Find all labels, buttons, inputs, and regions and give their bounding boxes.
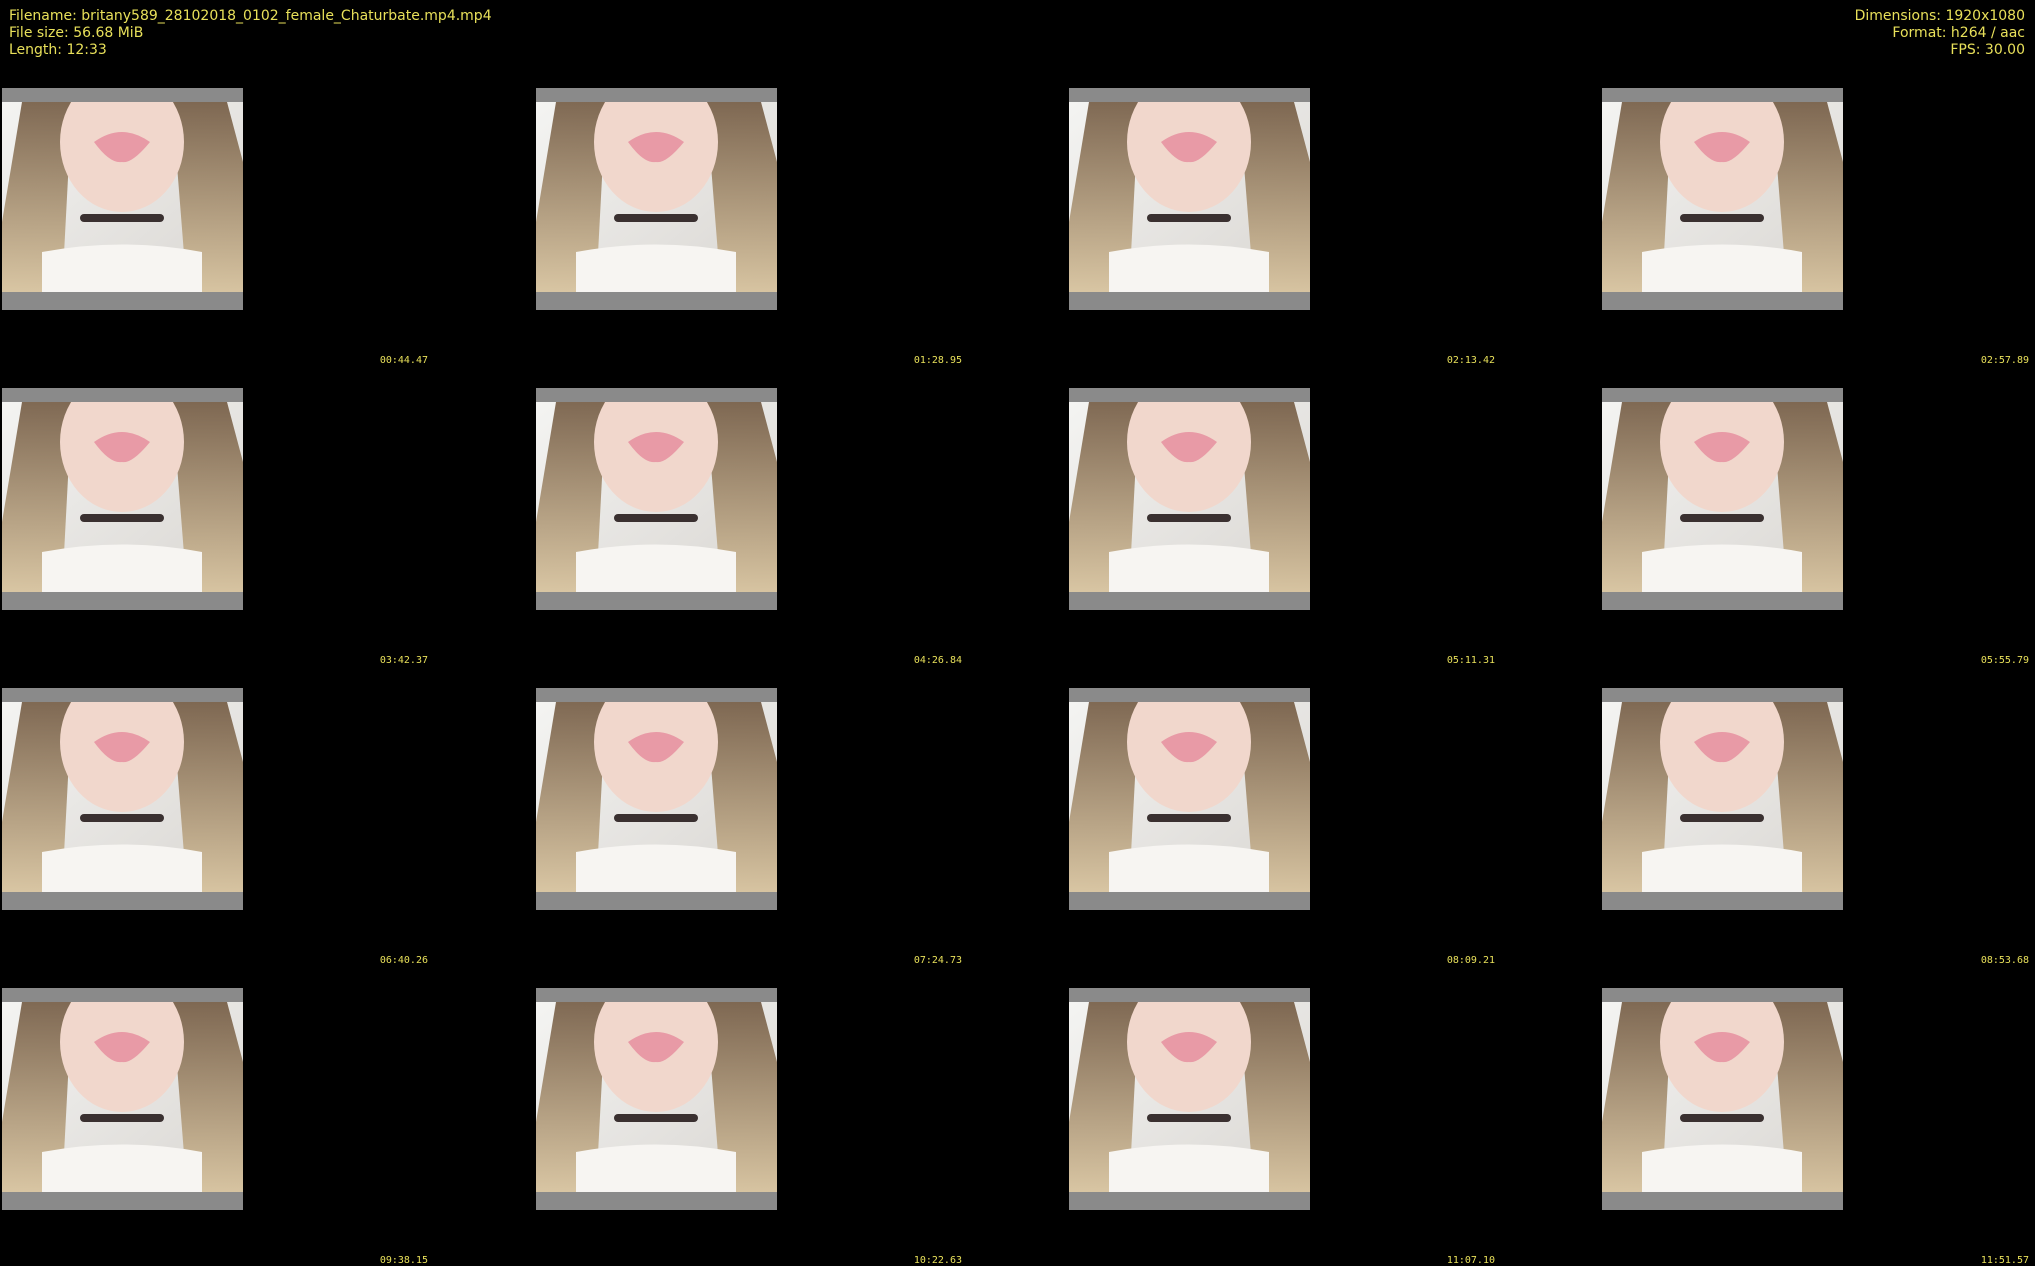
thumbnail-cell-10: 07:24.73 [534,600,964,966]
thumbnail-image-placeholder [1069,102,1310,292]
thumbnail-image [1602,402,1843,592]
thumbnail-frame [536,88,777,310]
thumbnail-image [2,402,243,592]
thumbnail-cell-9: 06:40.26 [0,600,430,966]
thumbnail-image [1602,702,1843,892]
thumbnail-cell-11: 08:09.21 [1067,600,1497,966]
thumbnail-image-placeholder [536,1002,777,1192]
thumbnail-image-placeholder [2,1002,243,1192]
thumbnail-cell-12: 08:53.68 [1600,600,2030,966]
thumbnail-cell-5: 03:42.37 [0,300,430,666]
thumbnail-frame [1069,988,1310,1210]
thumbnail-image [536,702,777,892]
thumbnail-image-placeholder [1069,1002,1310,1192]
thumbnail-cell-7: 05:11.31 [1067,300,1497,666]
thumbnail-frame [1069,88,1310,310]
thumbnail-cell-4: 02:57.89 [1600,0,2030,366]
thumbnail-image [1069,1002,1310,1192]
thumbnail-cell-6: 04:26.84 [534,300,964,666]
thumbnail-frame [1069,688,1310,910]
thumbnail-image-placeholder [2,102,243,292]
thumbnail-frame [1602,688,1843,910]
thumbnail-frame [536,988,777,1210]
thumbnail-image [1069,702,1310,892]
thumbnail-frame [2,988,243,1210]
thumbnail-image [1069,102,1310,292]
thumbnail-timestamp: 11:07.10 [1446,1255,1495,1266]
thumbnail-cell-1: 00:44.47 [0,0,430,366]
thumbnail-image [1602,102,1843,292]
thumbnail-frame [2,688,243,910]
thumbnail-image-placeholder [2,702,243,892]
thumbnail-timestamp: 10:22.63 [913,1255,962,1266]
thumbnail-image [2,102,243,292]
thumbnail-image [2,1002,243,1192]
thumbnail-frame [1602,388,1843,610]
thumbnail-image-placeholder [1602,402,1843,592]
thumbnail-cell-14: 10:22.63 [534,900,964,1266]
thumbnail-frame [2,388,243,610]
thumbnail-image [536,1002,777,1192]
thumbnail-cell-8: 05:55.79 [1600,300,2030,666]
thumbnail-cell-13: 09:38.15 [0,900,430,1266]
thumbnail-cell-15: 11:07.10 [1067,900,1497,1266]
thumbnail-image-placeholder [536,402,777,592]
thumbnail-cell-3: 02:13.42 [1067,0,1497,366]
thumbnail-image [1069,402,1310,592]
thumbnail-timestamp: 09:38.15 [379,1255,428,1266]
thumbnail-image-placeholder [1602,1002,1843,1192]
thumbnail-image-placeholder [536,102,777,292]
thumbnail-cell-16: 11:51.57 [1600,900,2030,1266]
thumbnail-frame [1602,988,1843,1210]
thumbnail-frame [536,388,777,610]
thumbnail-image-placeholder [1069,402,1310,592]
thumbnail-image-placeholder [1602,702,1843,892]
thumbnail-timestamp: 11:51.57 [1980,1255,2029,1266]
thumbnail-frame [2,88,243,310]
thumbnail-image-placeholder [1602,102,1843,292]
thumbnail-cell-2: 01:28.95 [534,0,964,366]
thumbnail-frame [1069,388,1310,610]
thumbnail-frame [536,688,777,910]
thumbnail-image-placeholder [2,402,243,592]
thumbnail-image [2,702,243,892]
thumbnail-image [1602,1002,1843,1192]
thumbnail-frame [1602,88,1843,310]
thumbnail-image [536,402,777,592]
thumbnail-image [536,102,777,292]
thumbnail-image-placeholder [536,702,777,892]
thumbnail-image-placeholder [1069,702,1310,892]
